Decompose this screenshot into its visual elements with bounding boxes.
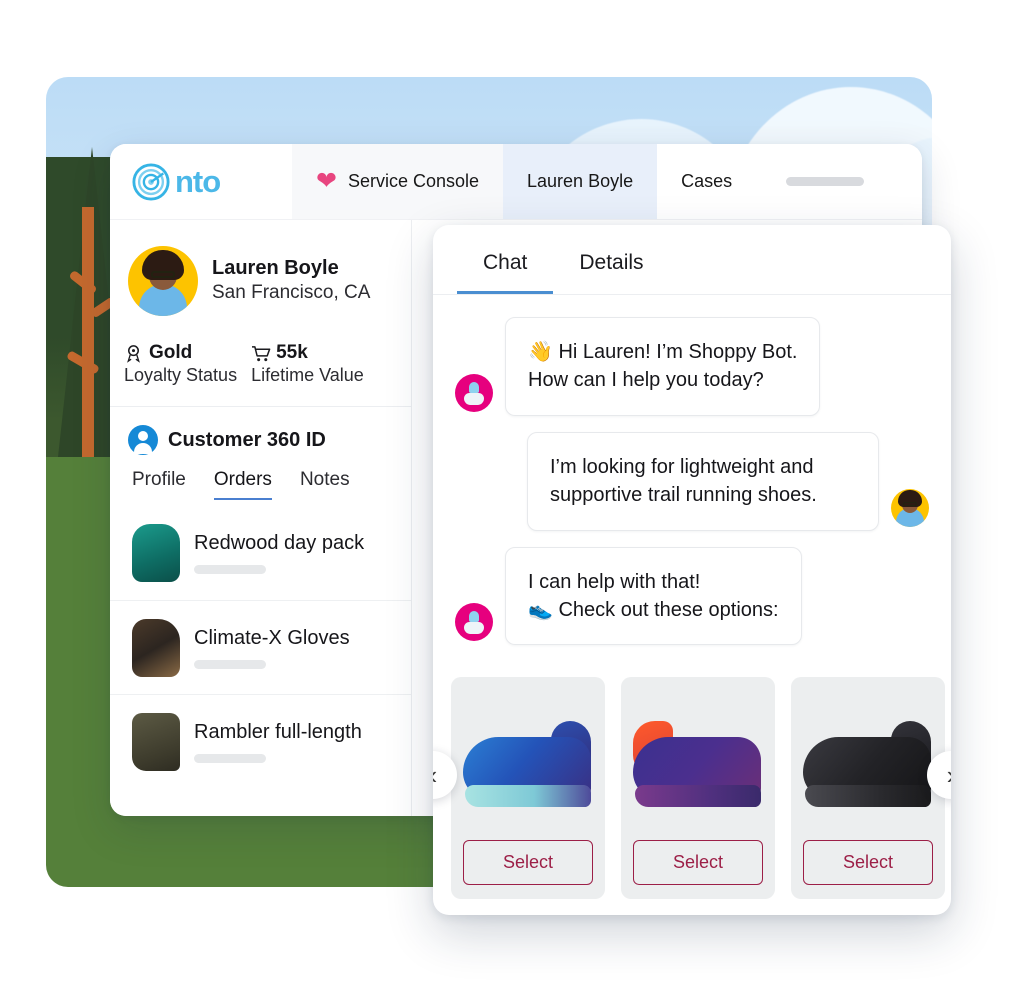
chat-window: Chat Details 👋 Hi Lauren! I’m Shoppy Bot…	[433, 225, 951, 915]
profile-header: Lauren Boyle San Francisco, CA	[110, 220, 411, 336]
select-button[interactable]: Select	[633, 840, 763, 886]
order-meta-skeleton	[194, 659, 266, 669]
user-avatar-icon	[891, 488, 929, 527]
order-meta-skeleton	[194, 565, 266, 574]
message-list: 👋 Hi Lauren! I’m Shoppy Bot. How can I h…	[433, 295, 951, 669]
heart-icon: ❤	[316, 167, 337, 195]
profile-subtab-bar: Profile Orders Notes	[110, 455, 411, 500]
list-item[interactable]: Rambler full-length	[110, 694, 411, 788]
tab-details[interactable]: Details	[553, 251, 669, 294]
award-badge-icon	[124, 344, 143, 363]
order-name: Climate-X Gloves	[194, 626, 350, 649]
product-carousel: ‹ › Select Select	[433, 669, 951, 900]
blue-trail-running-shoe-image	[463, 695, 593, 815]
stat-lifetime-value: 55k Lifetime Value	[251, 342, 378, 386]
console-tab-bar: ❤ Service Console Lauren Boyle Cases	[292, 144, 922, 219]
shopping-cart-icon	[251, 344, 271, 363]
order-meta-skeleton	[194, 753, 266, 763]
nto-logo[interactable]: nto	[132, 162, 292, 201]
avatar	[128, 246, 198, 316]
tree-trunk	[82, 207, 94, 457]
bot-avatar-icon	[455, 373, 493, 412]
customer-360-header: Customer 360 ID	[110, 407, 411, 455]
screenshot-root: nto ❤ Service Console Lauren Boyle Cases	[0, 0, 1024, 993]
product-thumbnail	[132, 524, 180, 582]
app-title-service-console[interactable]: ❤ Service Console	[292, 144, 504, 219]
product-thumbnail	[132, 618, 180, 677]
message-row-bot: I can help with that! 👟 Check out these …	[455, 546, 929, 646]
black-trail-running-shoe-image	[803, 695, 933, 815]
select-button[interactable]: Select	[463, 840, 593, 886]
tab-chat[interactable]: Chat	[457, 251, 554, 294]
profile-location: San Francisco, CA	[212, 282, 371, 304]
message-bubble: 👋 Hi Lauren! I’m Shoppy Bot. How can I h…	[505, 317, 821, 416]
message-bubble: I can help with that! 👟 Check out these …	[505, 546, 802, 646]
product-card-list: Select Select Select	[451, 677, 945, 900]
product-card[interactable]: Select	[451, 677, 605, 900]
customer-360-title: Customer 360 ID	[168, 428, 326, 451]
subtab-orders[interactable]: Orders	[213, 469, 272, 500]
message-row-user: I’m looking for lightweight and supporti…	[455, 431, 929, 531]
orders-list: Redwood day pack Climate-X Gloves Ramble…	[110, 506, 411, 788]
customer-profile-panel: Lauren Boyle San Francisco, CA Gold Loya…	[110, 220, 412, 816]
product-card[interactable]: Select	[621, 677, 775, 900]
subtab-profile[interactable]: Profile	[132, 469, 186, 500]
bot-avatar-icon	[455, 603, 493, 642]
tab-cases[interactable]: Cases	[657, 144, 757, 219]
nto-logo-text: nto	[175, 163, 221, 199]
message-bubble: I’m looking for lightweight and supporti…	[527, 431, 879, 531]
tab-lauren-boyle[interactable]: Lauren Boyle	[503, 144, 658, 219]
message-row-bot: 👋 Hi Lauren! I’m Shoppy Bot. How can I h…	[455, 317, 929, 416]
list-item[interactable]: Redwood day pack	[110, 506, 411, 600]
purple-orange-trail-running-shoe-image	[633, 695, 763, 815]
console-header: nto ❤ Service Console Lauren Boyle Cases	[110, 144, 922, 220]
select-button[interactable]: Select	[803, 840, 933, 886]
chat-tab-bar: Chat Details	[433, 225, 951, 295]
stat-label: Loyalty Status	[124, 365, 238, 385]
profile-stats: Gold Loyalty Status 55k Lifetime Value	[110, 336, 411, 407]
stat-value: Gold	[149, 342, 193, 363]
list-item[interactable]: Climate-X Gloves	[110, 600, 411, 694]
stat-label: Lifetime Value	[251, 365, 364, 385]
product-thumbnail	[132, 712, 180, 771]
product-card[interactable]: Select	[791, 677, 945, 900]
order-name: Redwood day pack	[194, 532, 365, 554]
stat-loyalty-status: Gold Loyalty Status	[124, 342, 251, 386]
customer-360-icon	[128, 425, 158, 455]
tab-label: Lauren Boyle	[527, 171, 634, 191]
order-name: Rambler full-length	[194, 720, 362, 743]
nto-target-logo-icon	[132, 162, 170, 201]
stat-value: 55k	[276, 342, 308, 363]
subtab-notes[interactable]: Notes	[300, 469, 350, 500]
tab-label: Cases	[681, 171, 733, 191]
app-title-label: Service Console	[347, 171, 480, 191]
tab-placeholder-skeleton	[786, 177, 865, 186]
profile-name: Lauren Boyle	[212, 257, 339, 280]
